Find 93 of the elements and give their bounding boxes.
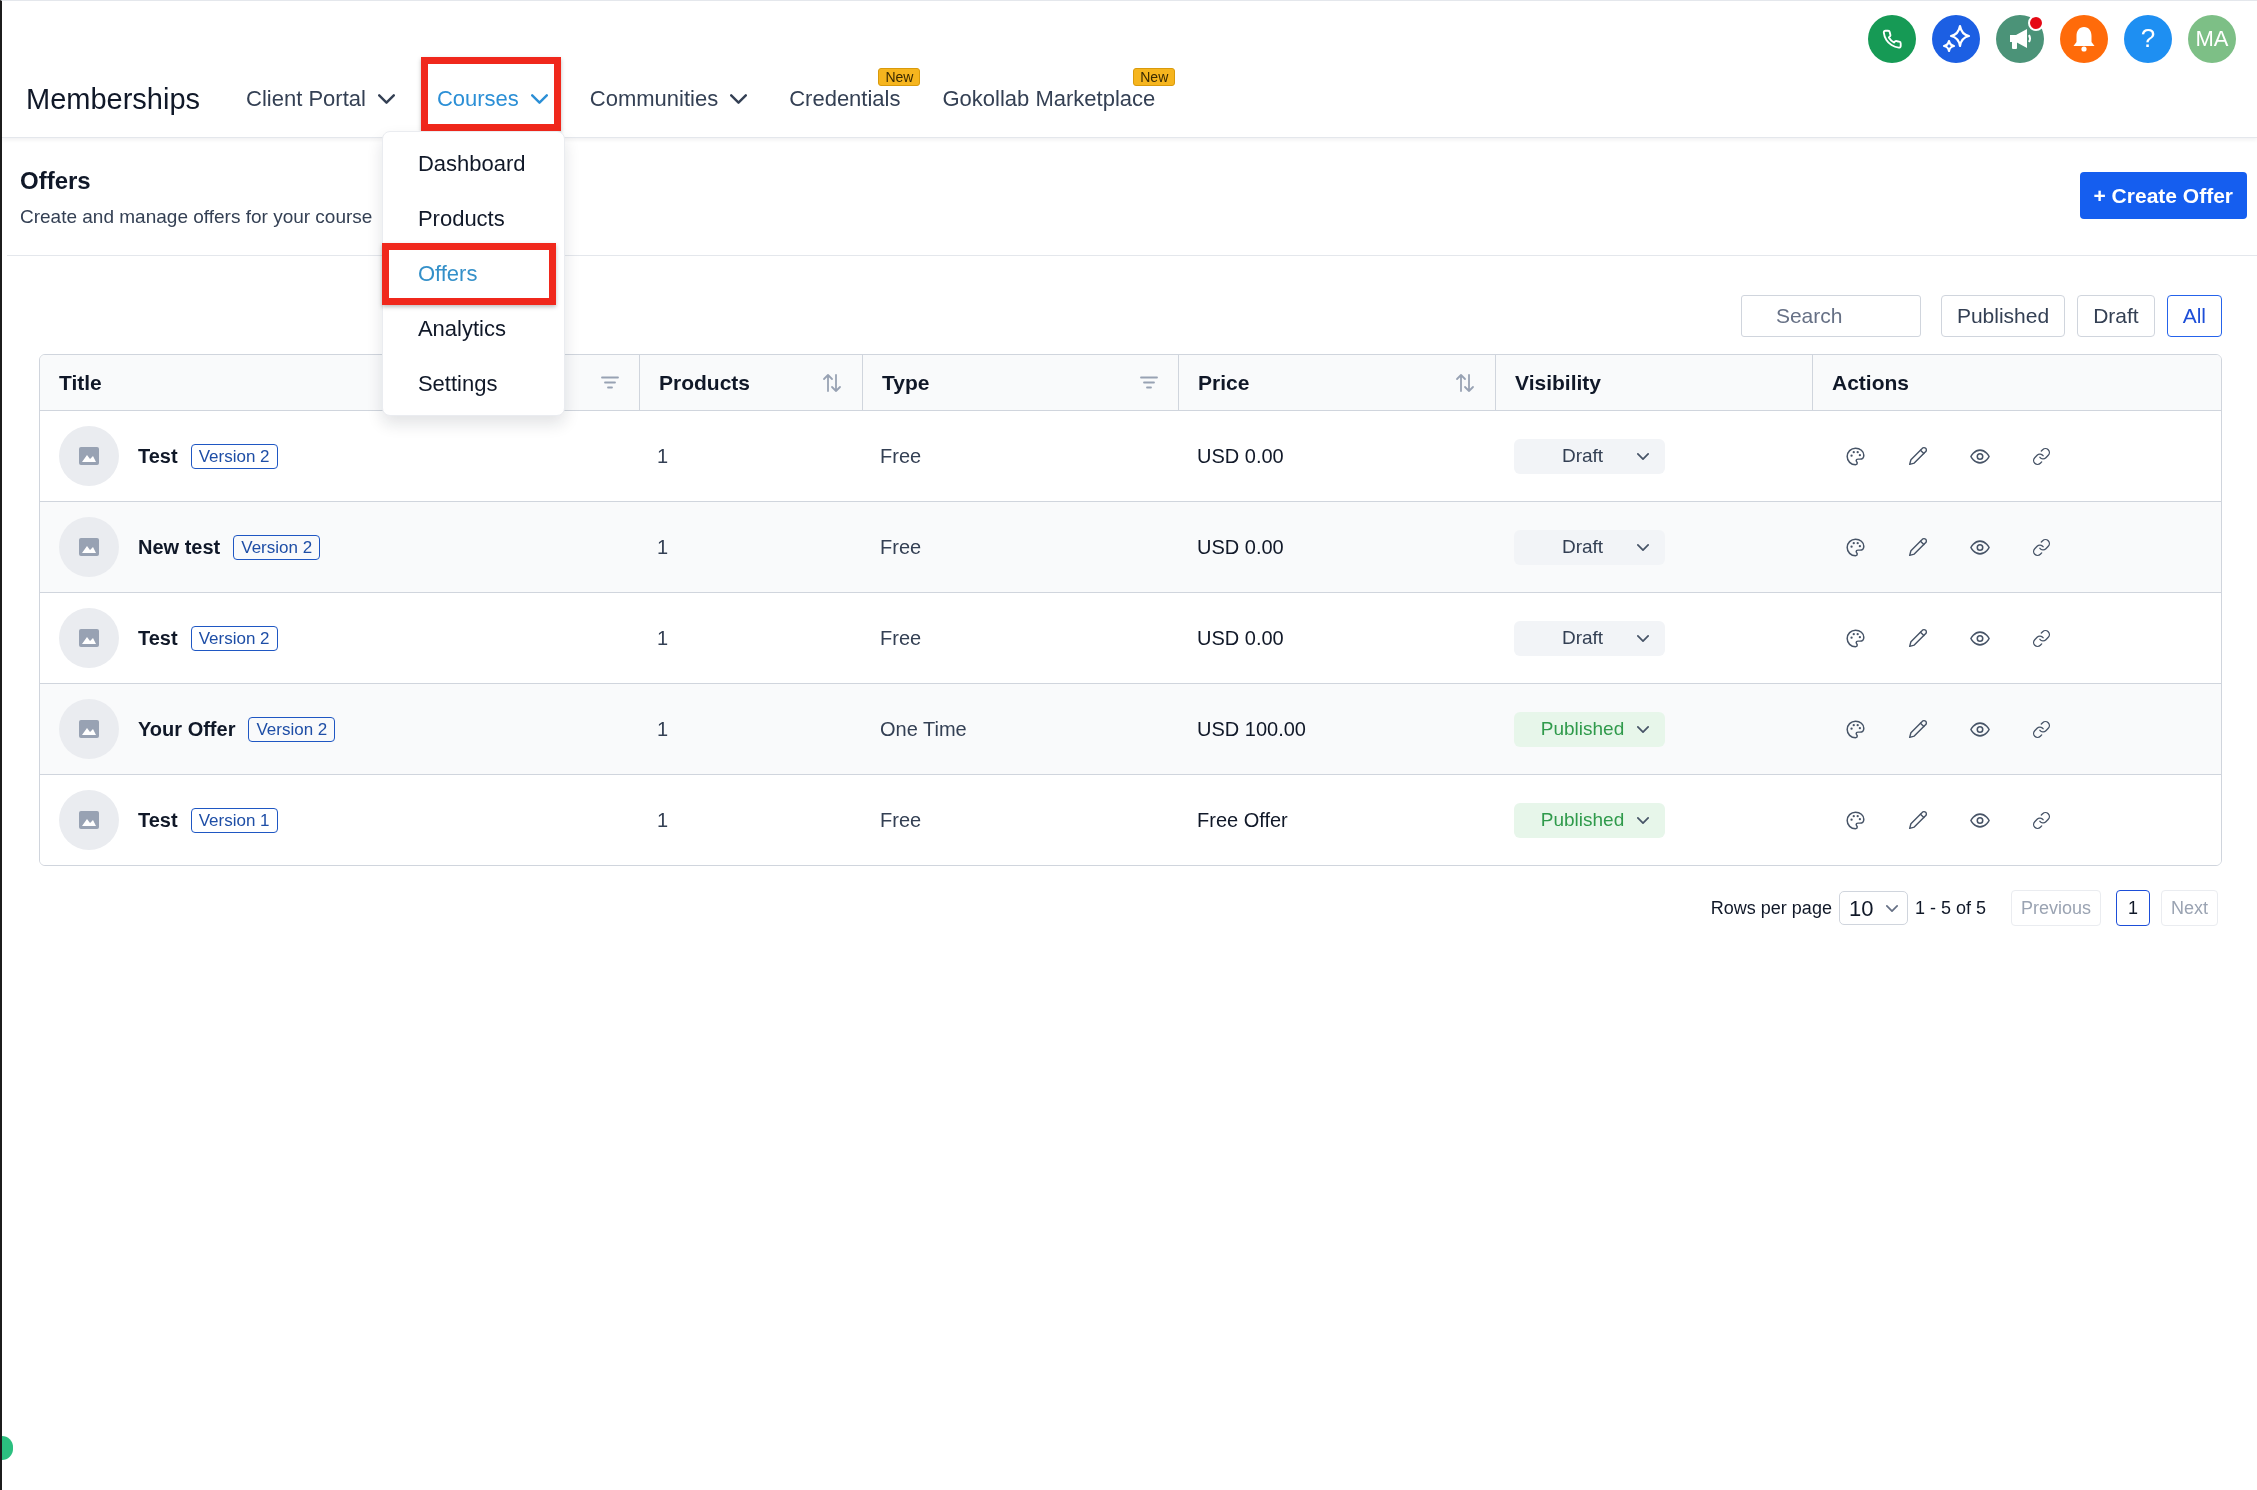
offer-title: Test — [138, 626, 178, 651]
link-icon[interactable] — [2032, 810, 2051, 830]
image-placeholder-icon — [59, 426, 119, 486]
table-cell-text: USD 0.00 — [1197, 535, 1284, 560]
menu-item[interactable]: Dashboard — [382, 135, 564, 191]
offer-title: Your Offer — [138, 717, 236, 742]
table-cell-text: 1 — [657, 717, 669, 742]
offer-title: Test — [138, 808, 178, 833]
link-icon[interactable] — [2032, 628, 2051, 648]
table-cell-text: Free — [880, 444, 922, 469]
link-icon[interactable] — [2032, 719, 2051, 739]
page-size-select[interactable]: 10 — [1838, 891, 1908, 925]
app-title: Memberships — [26, 81, 201, 116]
link-icon[interactable] — [2032, 446, 2051, 466]
column-header: Actions — [1832, 369, 1909, 396]
column-header: Type — [882, 369, 930, 396]
version-badge: Version 2 — [233, 534, 321, 560]
new-badge: New — [878, 67, 921, 86]
column-header: Title — [59, 369, 102, 396]
link-icon[interactable] — [2032, 537, 2051, 557]
column-header: Products — [659, 369, 750, 396]
version-badge: Version 2 — [248, 716, 336, 742]
table-cell-text: One Time — [880, 717, 967, 742]
menu-item[interactable]: Settings — [382, 355, 564, 411]
nav-link[interactable]: Credentials — [789, 84, 901, 113]
table-cell-text: Free Offer — [1197, 808, 1288, 833]
nav-link[interactable]: Courses — [436, 84, 548, 113]
create-offer-button[interactable]: + Create Offer — [2079, 172, 2247, 219]
table-cell-text: 1 — [657, 444, 669, 469]
chevron-down-icon — [1637, 634, 1649, 642]
nav-link[interactable]: Client Portal — [246, 84, 395, 113]
visibility-dropdown[interactable]: Draft — [1514, 529, 1665, 565]
chevron-down-icon — [1637, 452, 1649, 460]
menu-item[interactable]: Offers — [382, 245, 564, 301]
image-placeholder-icon — [59, 790, 119, 850]
filter-tab[interactable]: Draft — [2077, 295, 2155, 337]
table-cell-text: Free — [880, 535, 922, 560]
rows-per-page-label: Rows per page — [1710, 896, 1832, 920]
filter-tab[interactable]: Published — [1940, 295, 2066, 337]
palette-icon[interactable] — [1845, 809, 1866, 831]
column-header: Visibility — [1515, 369, 1601, 396]
eye-icon[interactable] — [1970, 448, 1990, 464]
table-cell-text: USD 0.00 — [1197, 626, 1284, 651]
palette-icon[interactable] — [1845, 627, 1866, 649]
pencil-icon[interactable] — [1908, 446, 1928, 466]
page-title: Offers — [20, 166, 92, 196]
page-button[interactable]: 1 — [2116, 890, 2150, 926]
menu-item[interactable]: Products — [382, 190, 564, 246]
page-range: 1 - 5 of 5 — [1914, 896, 1986, 920]
table-cell-text: 1 — [657, 626, 669, 651]
palette-icon[interactable] — [1845, 536, 1866, 558]
chevron-down-icon — [1637, 725, 1649, 733]
version-badge: Version 2 — [190, 443, 278, 469]
eye-icon[interactable] — [1970, 630, 1990, 646]
image-placeholder-icon — [59, 608, 119, 668]
filter-tab[interactable]: All — [2166, 295, 2222, 337]
palette-icon[interactable] — [1845, 445, 1866, 467]
menu-item[interactable]: Analytics — [382, 300, 564, 356]
chevron-down-icon — [1885, 904, 1898, 912]
offer-title: Test — [138, 444, 178, 469]
pencil-icon[interactable] — [1908, 810, 1928, 830]
table-cell-text: Free — [880, 626, 922, 651]
column-header: Price — [1198, 369, 1250, 396]
new-badge: New — [1133, 67, 1176, 86]
image-placeholder-icon — [59, 517, 119, 577]
visibility-dropdown[interactable]: Draft — [1514, 620, 1665, 656]
image-placeholder-icon — [59, 699, 119, 759]
chevron-down-icon — [1637, 816, 1649, 824]
nav-link[interactable]: Communities — [589, 84, 748, 113]
eye-icon[interactable] — [1970, 812, 1990, 828]
version-badge: Version 2 — [190, 625, 278, 651]
phone-icon[interactable] — [1868, 14, 1916, 63]
visibility-dropdown[interactable]: Draft — [1514, 438, 1665, 474]
pencil-icon[interactable] — [1908, 628, 1928, 648]
offer-title: New test — [138, 535, 221, 560]
megaphone-icon[interactable] — [1996, 14, 2044, 63]
table-cell-text: USD 0.00 — [1197, 444, 1284, 469]
search-field[interactable]: Search — [1740, 295, 1921, 337]
table-cell-text: Free — [880, 808, 922, 833]
version-badge: Version 1 — [190, 807, 278, 833]
pencil-icon[interactable] — [1908, 537, 1928, 557]
chevron-down-icon — [1637, 543, 1649, 551]
table-cell-text: 1 — [657, 535, 669, 560]
table-cell-text: 1 — [657, 808, 669, 833]
palette-icon[interactable] — [1845, 718, 1866, 740]
pencil-icon[interactable] — [1908, 719, 1928, 739]
eye-icon[interactable] — [1970, 721, 1990, 737]
eye-icon[interactable] — [1970, 539, 1990, 555]
nav-link[interactable]: Gokollab Marketplace — [942, 84, 1156, 113]
sparkle-icon[interactable] — [1932, 14, 1980, 63]
table-cell-text: USD 100.00 — [1197, 717, 1306, 742]
page-subtitle: Create and manage offers for your course — [20, 205, 373, 229]
bell-icon[interactable] — [2060, 14, 2108, 63]
